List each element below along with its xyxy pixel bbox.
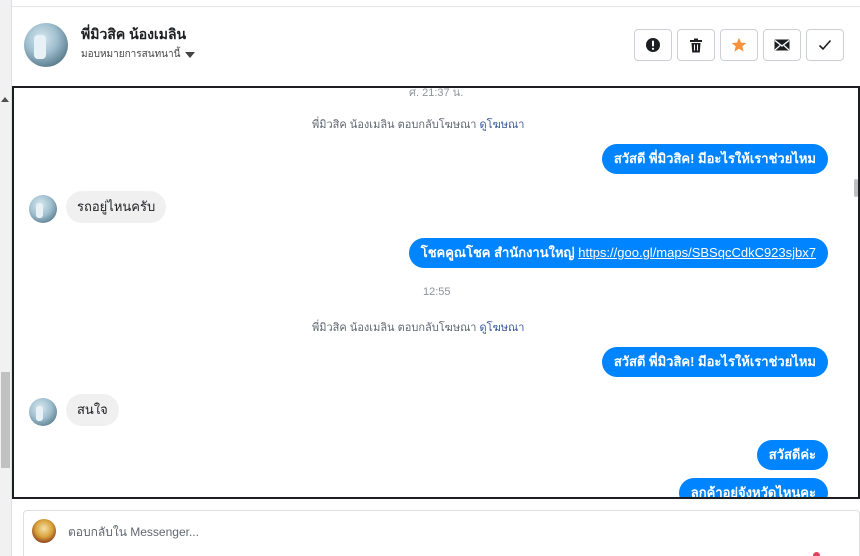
outgoing-message: สวัสดีค่ะ <box>756 440 828 470</box>
timestamp: 12:55 <box>423 286 451 298</box>
envelope-icon <box>774 39 790 51</box>
outgoing-message: สวัสดี พี่มิวสิค! มีอะไรให้เราช่วยไหม <box>601 347 828 377</box>
system-message: พี่มิวสิค น้องเมลิน ตอบกลับโฆษณา ดูโฆษณา <box>312 318 524 336</box>
message-thread[interactable]: ศ. 21:37 น. พี่มิวสิค น้องเมลิน ตอบกลับโ… <box>12 86 860 499</box>
mark-unread-button[interactable] <box>763 29 801 61</box>
done-button[interactable] <box>806 29 844 61</box>
delete-button[interactable] <box>677 29 715 61</box>
outgoing-message: สวัสดี พี่มิวสิค! มีอะไรให้เราช่วยไหม <box>601 144 828 174</box>
typing-indicator-icon <box>811 548 823 556</box>
maps-link[interactable]: https://goo.gl/maps/SBSqcCdkC923sjbx7 <box>578 245 816 260</box>
incoming-message: สนใจ <box>66 394 119 426</box>
page-scrollbar-thumb[interactable] <box>1 372 10 468</box>
checkmark-icon <box>818 39 832 51</box>
thread-scrollbar-thumb[interactable] <box>854 179 858 197</box>
contact-avatar-small <box>29 398 57 426</box>
reply-input[interactable] <box>68 525 768 539</box>
page-avatar <box>32 519 56 543</box>
caret-down-icon <box>185 51 196 58</box>
message-text: โชคคูณโชค สำนักงานใหญ่ <box>420 245 575 260</box>
divider <box>12 6 860 7</box>
assign-label: มอบหมายการสนทนานี้ <box>81 49 181 60</box>
star-icon <box>731 37 747 52</box>
scroll-up-arrow-icon[interactable] <box>1 97 9 102</box>
system-message-text: พี่มิวสิค น้องเมลิน ตอบกลับโฆษณา <box>312 322 477 334</box>
trash-icon <box>690 38 702 52</box>
star-button[interactable] <box>720 29 758 61</box>
contact-avatar-small <box>29 195 57 223</box>
reply-composer <box>23 510 860 556</box>
alert-circle-icon <box>646 38 660 52</box>
outgoing-message: ลูกค้าอยู่จังหวัดไหนคะ <box>678 478 828 497</box>
view-ad-link[interactable]: ดูโฆษณา <box>480 119 525 131</box>
outgoing-message: โชคคูณโชค สำนักงานใหญ่ https://goo.gl/ma… <box>408 238 828 268</box>
conversation-actions <box>634 29 844 61</box>
page-scrollbar[interactable] <box>0 0 11 556</box>
incoming-message: รถอยู่ไหนครับ <box>66 191 167 223</box>
timestamp: ศ. 21:37 น. <box>409 87 464 99</box>
assign-conversation-dropdown[interactable]: มอบหมายการสนทนานี้ <box>81 47 196 62</box>
system-message-text: พี่มิวสิค น้องเมลิน ตอบกลับโฆษณา <box>312 119 477 131</box>
view-ad-link[interactable]: ดูโฆษณา <box>480 322 525 334</box>
contact-name[interactable]: พี่มิวสิค น้องเมลิน <box>81 24 186 46</box>
system-message: พี่มิวสิค น้องเมลิน ตอบกลับโฆษณา ดูโฆษณา <box>312 115 524 133</box>
report-button[interactable] <box>634 29 672 61</box>
thread-scrollbar[interactable] <box>852 88 858 497</box>
contact-avatar[interactable] <box>24 23 68 67</box>
